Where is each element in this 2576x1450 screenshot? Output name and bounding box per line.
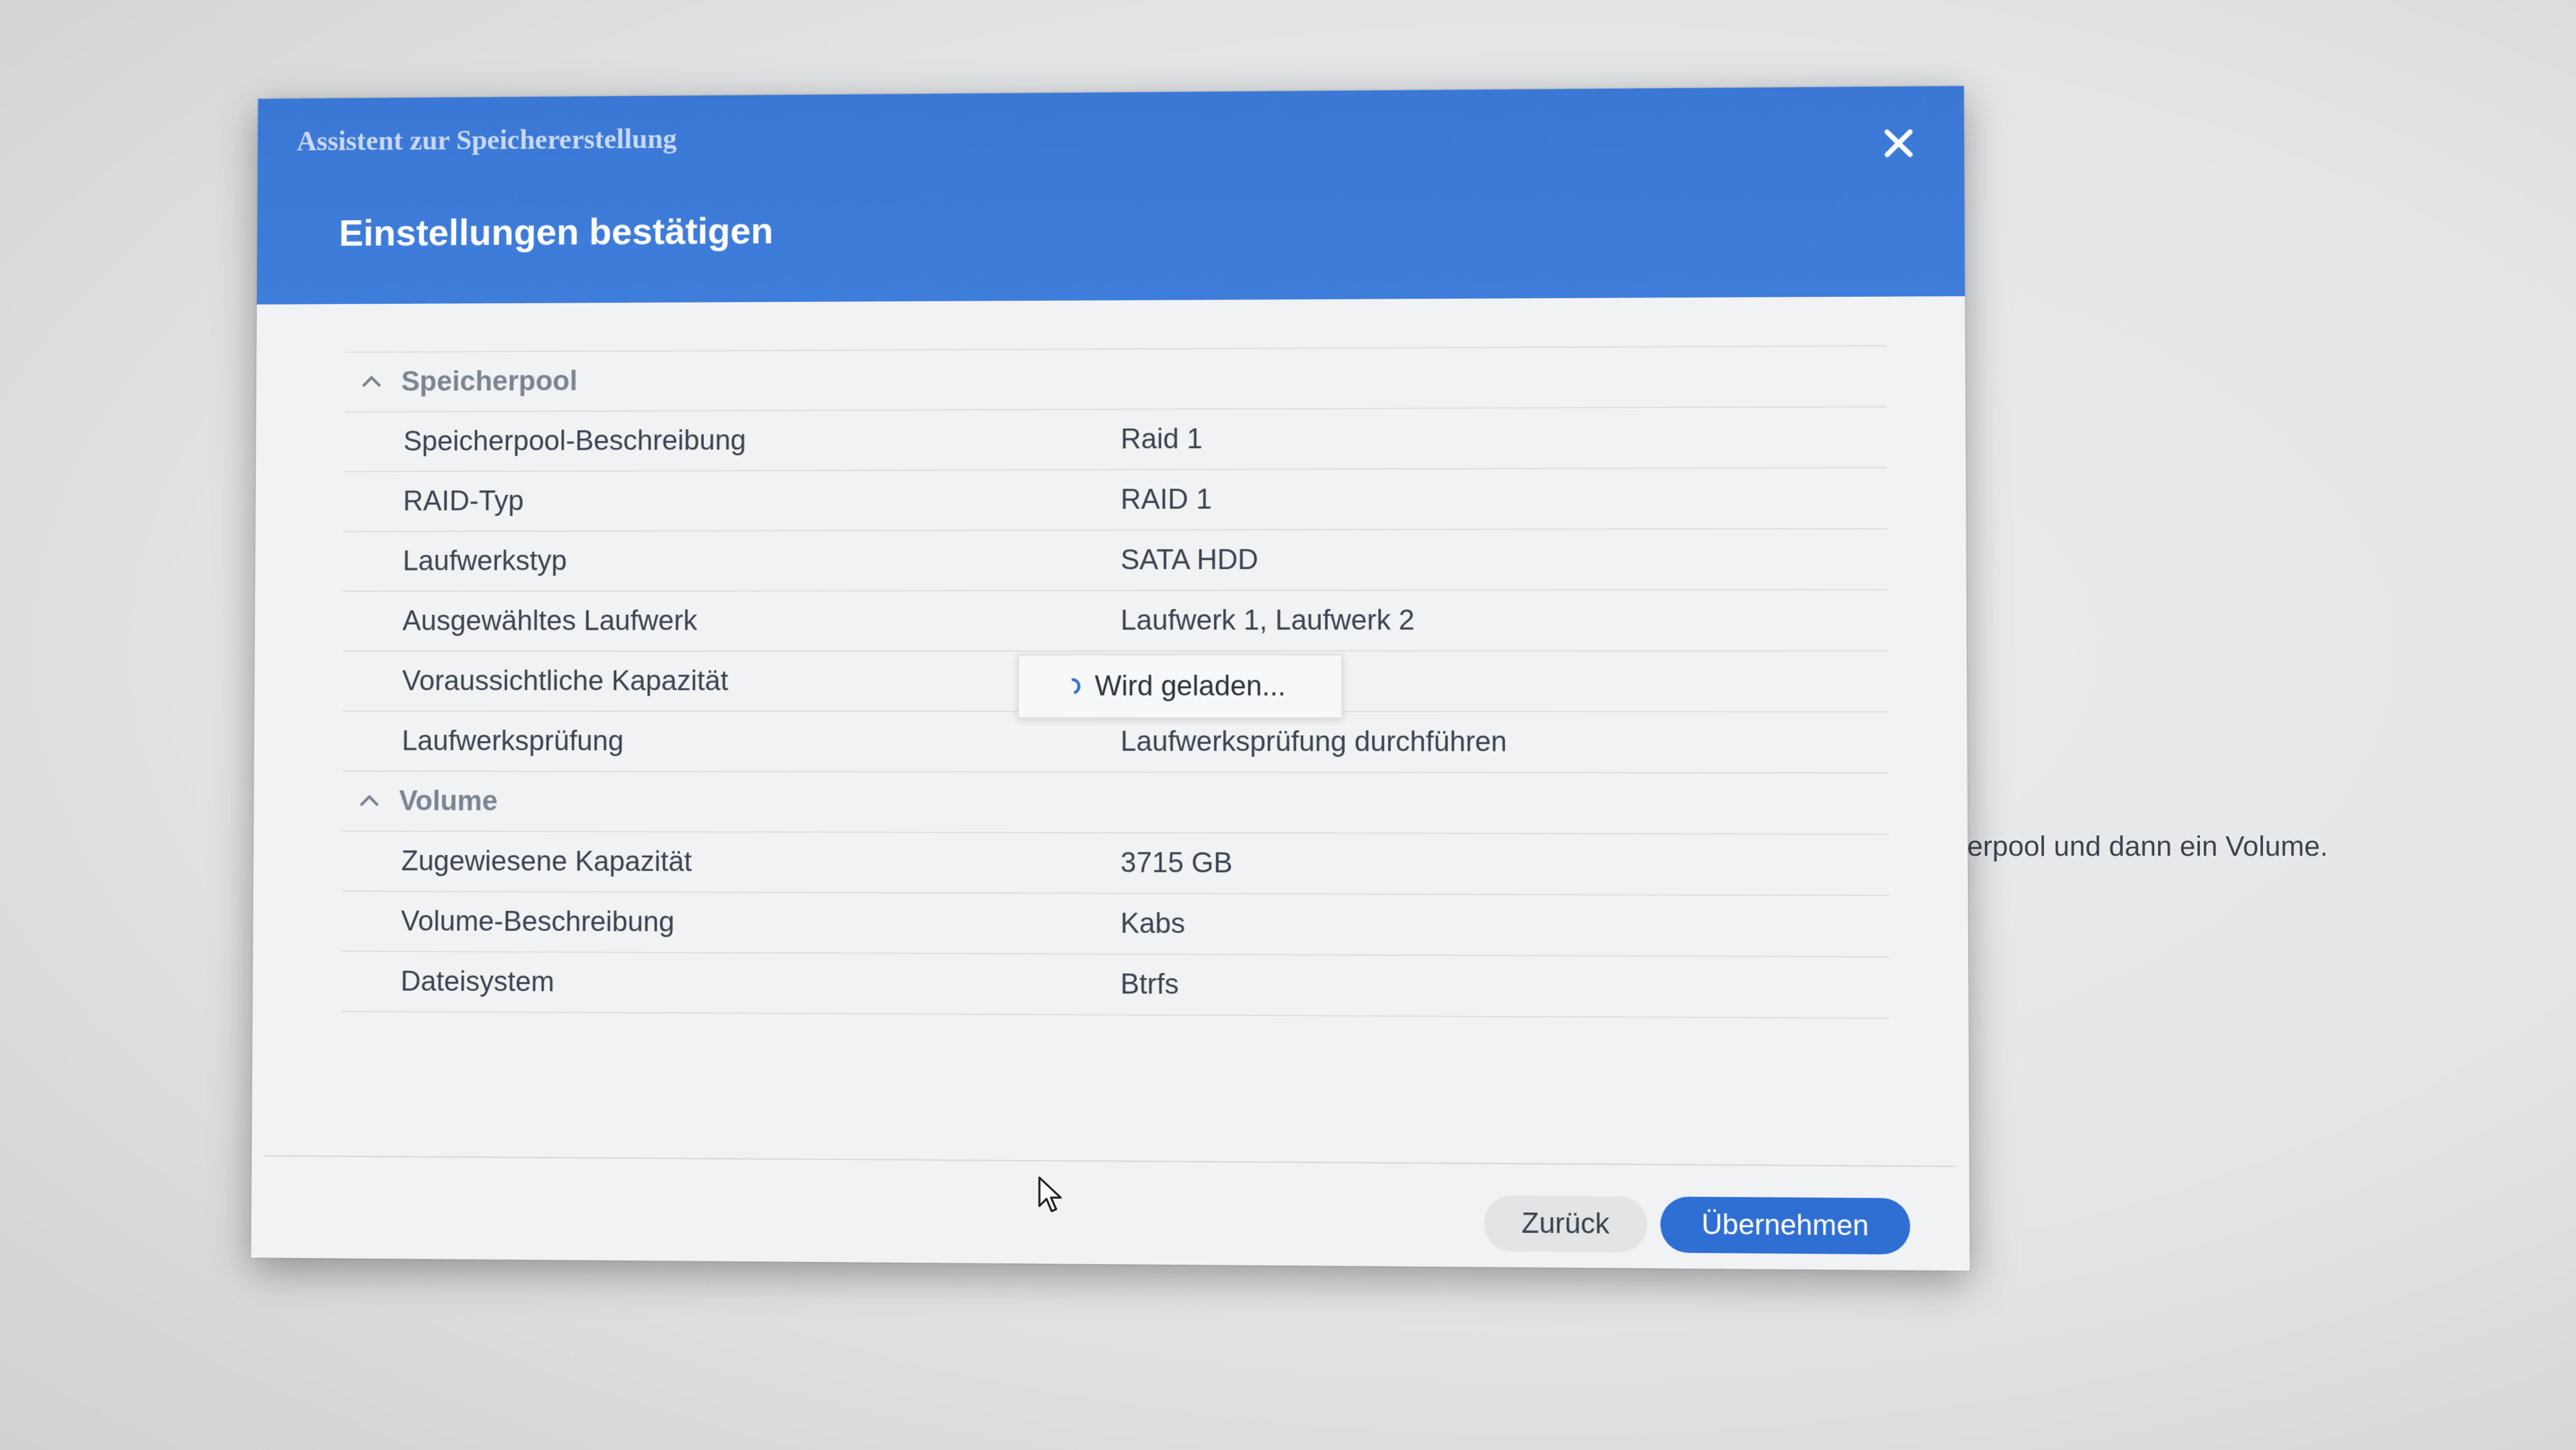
page-title: Einstellungen bestätigen [339, 210, 773, 254]
row-raid-type: RAID-Typ RAID 1 [343, 467, 1888, 531]
row-value: Kabs [1120, 907, 1186, 940]
row-file-system: Dateisystem Btrfs [341, 950, 1889, 1019]
row-value: RAID 1 [1121, 483, 1212, 516]
row-pool-description: Speicherpool-Beschreibung Raid 1 [344, 406, 1888, 471]
chevron-up-icon [358, 368, 384, 395]
row-value: 3715 GB [1120, 847, 1233, 879]
section-volume[interactable]: Volume [342, 770, 1889, 834]
row-label: Zugewiesene Kapazität [401, 845, 692, 878]
row-label: Dateisystem [401, 965, 554, 998]
back-button[interactable]: Zurück [1484, 1195, 1647, 1253]
close-button[interactable] [1879, 124, 1918, 163]
row-drive-check: Laufwerksprüfung Laufwerksprüfung durchf… [342, 710, 1889, 773]
apply-button[interactable]: Übernehmen [1660, 1196, 1911, 1255]
row-label: Ausgewähltes Laufwerk [402, 605, 697, 637]
section-speicherpool[interactable]: Speicherpool [344, 344, 1887, 411]
row-volume-description: Volume-Beschreibung Kabs [341, 890, 1889, 957]
storage-wizard-dialog: Assistent zur Speichererstellung Einstel… [251, 86, 1970, 1271]
row-allocated-capacity: Zugewiesene Kapazität 3715 GB [341, 830, 1889, 895]
footer-divider [264, 1155, 1956, 1167]
settings-summary: Speicherpool Speicherpool-Beschreibung R… [341, 344, 1889, 1019]
row-label: RAID-Typ [402, 485, 524, 517]
wizard-title: Assistent zur Speichererstellung [296, 122, 677, 157]
row-selected-drives: Ausgewähltes Laufwerk Laufwerk 1, Laufwe… [343, 588, 1888, 651]
loading-indicator: Wird geladen... [1018, 654, 1343, 719]
dialog-header: Assistent zur Speichererstellung Einstel… [256, 86, 1965, 305]
row-value: Laufwerksprüfung durchführen [1120, 726, 1507, 758]
row-value: Raid 1 [1121, 423, 1203, 455]
section-title: Volume [399, 785, 498, 817]
loading-text: Wird geladen... [1094, 670, 1286, 702]
close-icon [1879, 124, 1918, 163]
chevron-up-icon [356, 787, 383, 814]
row-label: Voraussichtliche Kapazität [402, 665, 728, 697]
row-label: Laufwerksprüfung [401, 725, 624, 757]
row-value: SATA HDD [1121, 543, 1258, 576]
section-title: Speicherpool [401, 365, 578, 397]
row-value: Laufwerk 1, Laufwerk 2 [1121, 604, 1415, 637]
row-label: Laufwerkstyp [402, 545, 567, 577]
background-hint-text: herpool und dann ein Volume. [1951, 831, 2328, 862]
row-drive-type: Laufwerkstyp SATA HDD [343, 527, 1888, 591]
row-label: Volume-Beschreibung [401, 905, 675, 938]
row-value: Btrfs [1120, 968, 1179, 1001]
mouse-cursor-icon [1038, 1176, 1062, 1212]
row-estimated-capacity: Voraussichtliche Kapazität Wird geladen.… [343, 650, 1888, 719]
loading-spinner-icon [1072, 678, 1081, 694]
row-label: Speicherpool-Beschreibung [403, 424, 746, 457]
